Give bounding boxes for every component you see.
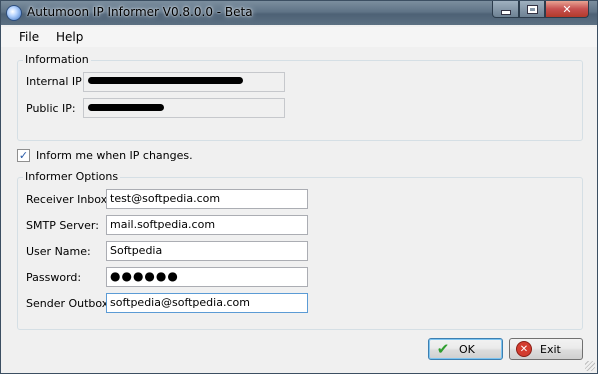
minimize-icon [500,9,511,15]
exit-button[interactable]: ✕ Exit [509,338,583,360]
information-group-label: Information [23,53,91,66]
menu-bar: File Help [1,27,597,47]
maximize-icon [527,5,537,13]
inform-checkbox[interactable]: ✓ [17,149,30,162]
maximize-button[interactable] [519,1,545,18]
app-window: Autumoon IP Informer V0.8.0.0 - Beta ✕ F… [0,0,598,374]
smtp-server-label: SMTP Server: [26,219,99,232]
ok-button-label: OK [459,342,475,356]
password-input[interactable]: ●●●●●● [106,267,308,287]
globe-icon [6,5,22,21]
inform-checkbox-label: Inform me when IP changes. [36,149,193,162]
internal-ip-label: Internal IP: [26,75,86,88]
public-ip-label: Public IP: [26,102,76,115]
menu-help[interactable]: Help [56,30,83,44]
menu-file[interactable]: File [19,30,39,44]
receiver-inbox-label: Receiver Inbox: [26,193,111,206]
close-icon: ✕ [562,2,572,16]
redacted-mark [88,77,243,84]
user-name-input[interactable]: Softpedia [106,241,308,261]
checkmark-icon: ✔ [436,340,450,358]
minimize-button[interactable] [492,1,519,18]
checkmark-icon: ✓ [18,149,29,162]
password-label: Password: [26,271,82,284]
smtp-server-input[interactable]: mail.softpedia.com [106,215,308,235]
close-button[interactable]: ✕ [545,1,589,18]
ok-button[interactable]: ✔ OK [428,338,503,360]
exit-button-label: Exit [540,342,561,356]
internal-ip-field[interactable] [83,72,285,92]
user-name-label: User Name: [26,245,91,258]
public-ip-field[interactable] [83,98,285,118]
sender-outbox-input[interactable]: softpedia@softpedia.com [106,293,308,313]
informer-options-group-label: Informer Options [23,170,121,183]
receiver-inbox-input[interactable]: test@softpedia.com [106,189,308,209]
resize-grip[interactable] [585,361,595,371]
title-bar[interactable]: Autumoon IP Informer V0.8.0.0 - Beta ✕ [1,1,597,25]
sender-outbox-label: Sender Outbox: [26,297,113,310]
window-title: Autumoon IP Informer V0.8.0.0 - Beta [27,5,253,19]
redacted-mark [88,104,164,111]
close-circle-icon: ✕ [516,341,532,357]
